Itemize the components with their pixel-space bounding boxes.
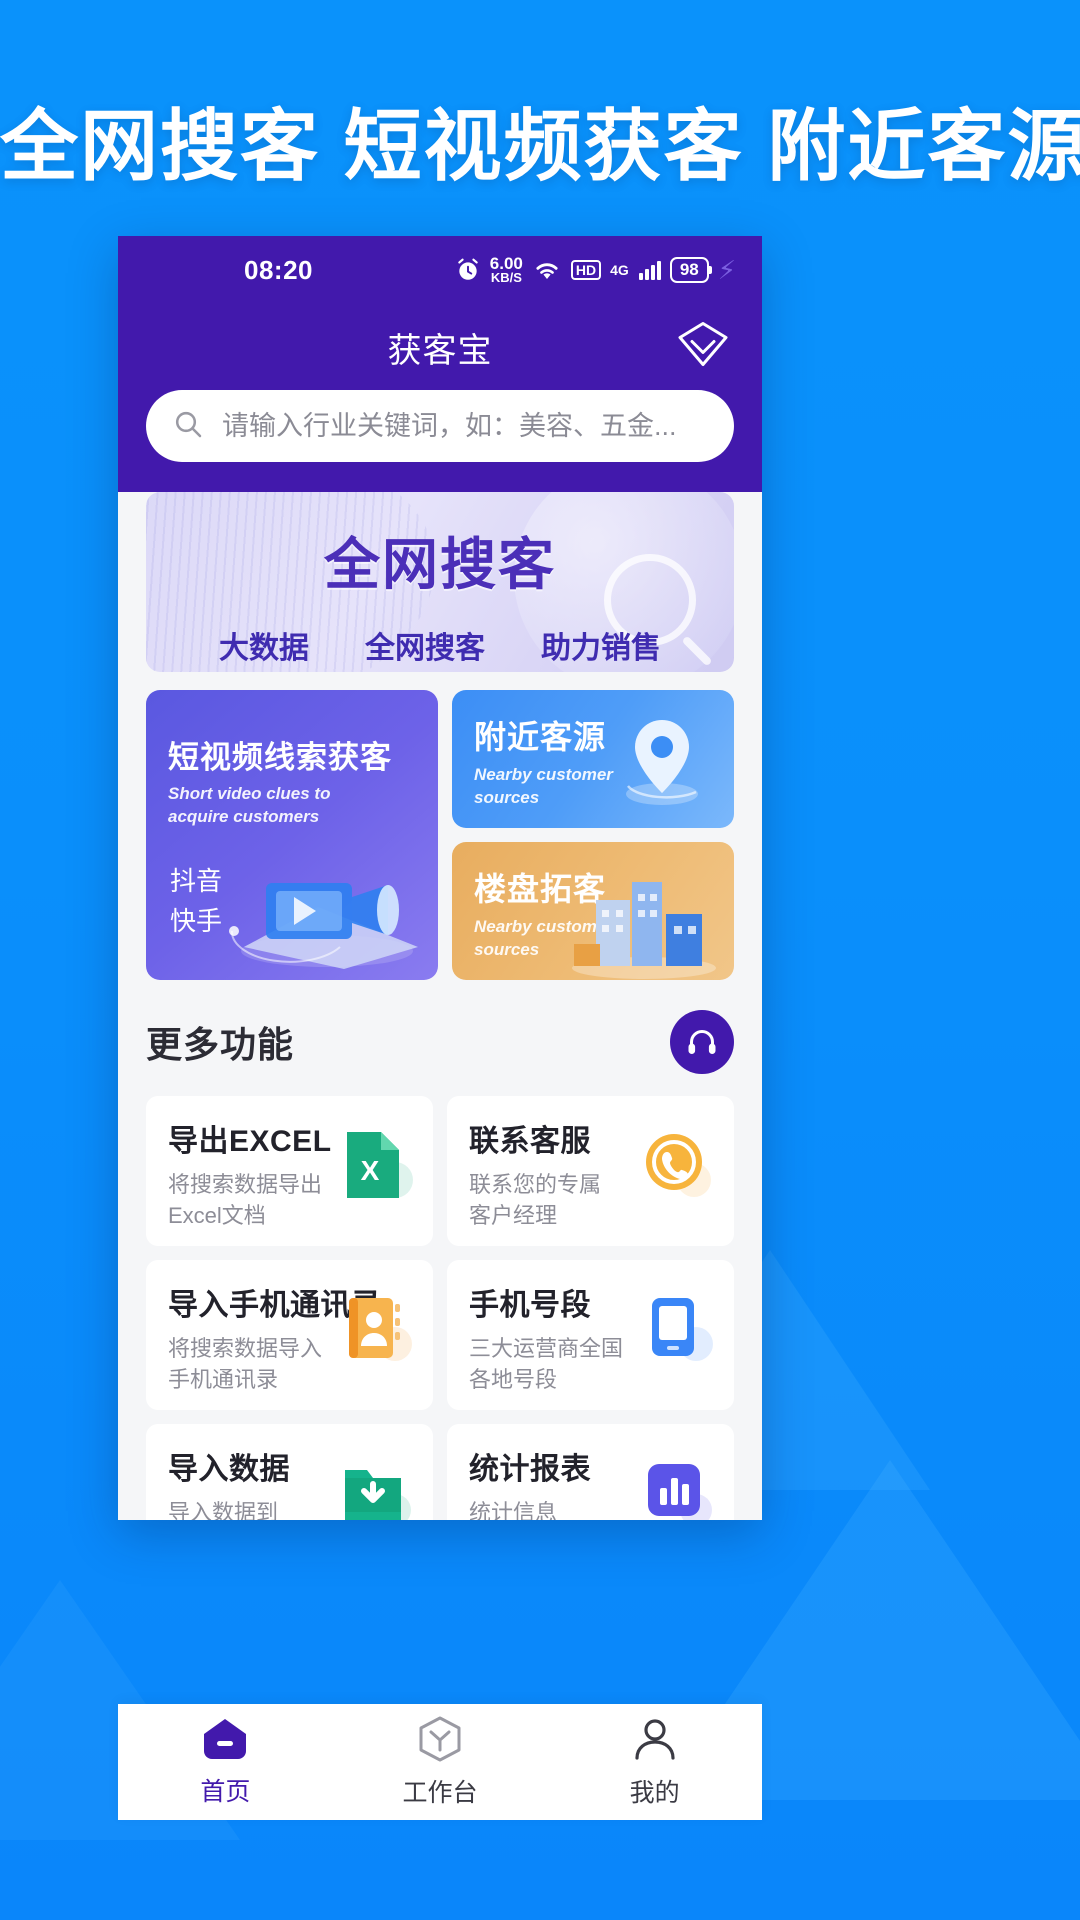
hd-icon: HD xyxy=(570,260,602,280)
app-header: 08:20 6.00 KB/S HD 4G 98 ⚡ 获客宝 xyxy=(118,236,762,492)
bottom-tab-bar: 首页 工作台 我的 xyxy=(118,1704,762,1820)
svg-text:X: X xyxy=(361,1155,380,1186)
banner-tag: 大数据 xyxy=(219,632,309,665)
function-card-phone-segments[interactable]: 手机号段 三大运营商全国 各地号段 xyxy=(447,1260,734,1410)
network-type-label: 4G xyxy=(610,262,629,278)
buildings-illustration xyxy=(572,882,716,979)
search-input[interactable] xyxy=(222,410,708,442)
diamond-menu-icon[interactable] xyxy=(674,320,732,375)
folder-download-icon xyxy=(345,1470,411,1520)
network-speed: 6.00 KB/S xyxy=(490,255,523,285)
phone-screenshot: 08:20 6.00 KB/S HD 4G 98 ⚡ 获客宝 请输入行业关键词，… xyxy=(118,236,762,1520)
banner-title: 全网搜客 xyxy=(324,533,556,596)
function-card-import-data[interactable]: 导入数据 导入数据到 手机通讯录 xyxy=(146,1424,433,1520)
feature-card-nearby[interactable]: 附近客源 Nearby customer sources xyxy=(452,690,734,828)
banner-tags: 大数据 全网搜客 助力销售 xyxy=(146,623,734,667)
video-camera-illustration xyxy=(229,883,418,969)
signal-icon xyxy=(638,260,661,280)
section-title: 更多功能 xyxy=(146,1024,295,1065)
phone-circle-icon xyxy=(646,1134,711,1197)
feature-card-property[interactable]: 楼盘拓客 Nearby customer sources xyxy=(452,842,734,980)
status-time: 08:20 xyxy=(244,254,313,285)
tab-label: 工作台 xyxy=(402,1779,478,1807)
battery-icon: 98 xyxy=(669,257,712,283)
charging-bolt-icon: ⚡ xyxy=(717,254,736,285)
tab-home[interactable]: 首页 xyxy=(118,1716,333,1808)
function-card-import-contacts[interactable]: 导入手机通讯录 将搜索数据导入 手机通讯录 xyxy=(146,1260,433,1410)
feature-subtitle: Short video clues to acquire customers xyxy=(168,784,331,826)
tab-profile[interactable]: 我的 xyxy=(547,1715,762,1809)
excel-file-icon: X xyxy=(347,1132,413,1198)
tab-label: 首页 xyxy=(200,1778,251,1806)
page-title: 获客宝 xyxy=(387,331,493,370)
function-card-export-excel[interactable]: 导出EXCEL 将搜索数据导出 Excel文档 X xyxy=(146,1096,433,1246)
wifi-icon xyxy=(532,258,562,282)
mobile-phone-icon xyxy=(652,1298,713,1361)
workbench-icon xyxy=(419,1716,461,1762)
function-grid: 导出EXCEL 将搜索数据导出 Excel文档 X 联系客服 联系您的专属 客户… xyxy=(146,1096,734,1520)
tab-workbench[interactable]: 工作台 xyxy=(333,1715,548,1809)
home-content: 全网搜客 大数据 全网搜客 助力销售 短视频线索获客 Short video c… xyxy=(118,492,762,1520)
app-title-bar: 获客宝 xyxy=(118,304,762,390)
location-pin-icon xyxy=(626,720,698,805)
bar-chart-icon xyxy=(648,1464,712,1520)
status-bar: 08:20 6.00 KB/S HD 4G 98 ⚡ xyxy=(118,236,762,304)
feature-title: 短视频线索获客 xyxy=(168,740,392,775)
profile-icon xyxy=(635,1719,675,1760)
network-speed-unit: KB/S xyxy=(490,269,522,285)
banner-tag: 助力销售 xyxy=(541,632,661,665)
search-icon xyxy=(172,408,204,445)
main-banner[interactable]: 全网搜客 大数据 全网搜客 助力销售 xyxy=(146,492,734,672)
function-card-contact-support[interactable]: 联系客服 联系您的专属 客户经理 xyxy=(447,1096,734,1246)
search-bar[interactable] xyxy=(146,390,734,462)
alarm-icon xyxy=(455,257,481,283)
promo-headline: 全网搜客 短视频获客 附近客源 xyxy=(0,102,1080,190)
headset-icon[interactable] xyxy=(670,1010,734,1074)
feature-cards: 短视频线索获客 Short video clues to acquire cus… xyxy=(146,690,734,980)
tab-label: 我的 xyxy=(629,1779,680,1807)
more-functions-header: 更多功能 xyxy=(146,1010,734,1074)
contacts-book-icon xyxy=(349,1298,412,1361)
banner-tag: 全网搜客 xyxy=(365,632,485,665)
home-icon xyxy=(204,1719,247,1759)
function-card-statistics[interactable]: 统计报表 统计信息 都在这里 xyxy=(447,1424,734,1520)
feature-card-short-video[interactable]: 短视频线索获客 Short video clues to acquire cus… xyxy=(146,690,438,980)
